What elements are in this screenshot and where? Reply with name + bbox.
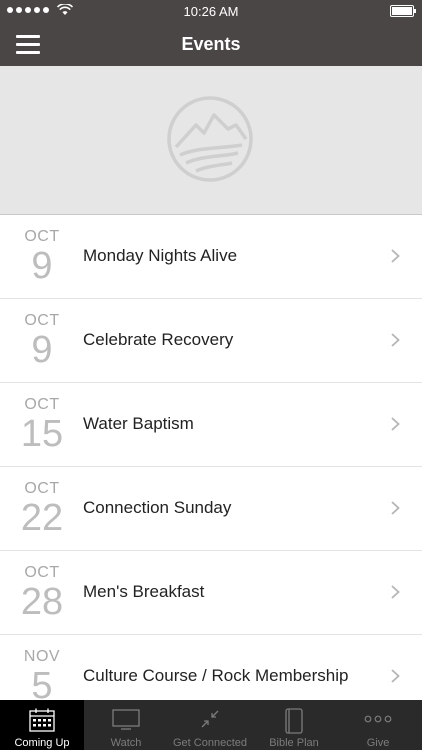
tab-bible-plan[interactable]: Bible Plan	[252, 700, 336, 750]
event-row[interactable]: OCT 15 Water Baptism	[0, 383, 422, 467]
event-row[interactable]: OCT 9 Celebrate Recovery	[0, 299, 422, 383]
tab-label: Coming Up	[14, 737, 70, 749]
event-title: Monday Nights Alive	[83, 246, 238, 265]
tv-icon	[112, 709, 140, 730]
event-month: OCT	[24, 480, 60, 497]
more-dots-icon	[364, 715, 392, 723]
event-month: NOV	[23, 648, 61, 665]
tab-label: Get Connected	[173, 737, 247, 749]
events-list: OCT 9 Monday Nights Alive OCT 9 Celebrat…	[0, 215, 422, 719]
event-title: Culture Course / Rock Membership	[83, 666, 349, 685]
battery-icon	[390, 5, 416, 17]
tab-label: Bible Plan	[269, 737, 319, 749]
tab-give[interactable]: Give	[336, 700, 420, 750]
header-banner	[0, 66, 422, 215]
chevron-right-icon	[391, 585, 400, 599]
chevron-right-icon	[391, 249, 400, 263]
status-bar: 10:26 AM	[0, 0, 422, 22]
event-row[interactable]: OCT 22 Connection Sunday	[0, 467, 422, 551]
event-day: 15	[20, 413, 64, 455]
status-time: 10:26 AM	[183, 4, 239, 19]
event-day: 9	[31, 329, 53, 371]
tab-watch[interactable]: Watch	[84, 700, 168, 750]
tab-label: Watch	[110, 737, 142, 749]
tab-label: Give	[366, 737, 390, 749]
chevron-right-icon	[391, 333, 400, 347]
event-day: 9	[31, 245, 53, 287]
book-icon	[285, 708, 303, 734]
tab-get-connected[interactable]: Get Connected	[168, 700, 252, 750]
connect-arrows-icon	[201, 710, 219, 728]
nav-bar: Events	[0, 22, 422, 66]
page-title: Events	[181, 34, 241, 54]
event-day: 22	[20, 497, 64, 539]
event-day: 28	[20, 581, 64, 623]
event-title: Connection Sunday	[83, 498, 232, 517]
event-month: OCT	[24, 564, 60, 581]
tab-bar: Coming Up Watch Get Connected Bible Plan…	[0, 700, 422, 750]
event-month: OCT	[24, 396, 60, 413]
event-row[interactable]: OCT 9 Monday Nights Alive	[0, 215, 422, 299]
event-title: Men's Breakfast	[83, 582, 205, 601]
chevron-right-icon	[391, 669, 400, 683]
chevron-right-icon	[391, 417, 400, 431]
calendar-icon	[29, 708, 55, 732]
tab-coming-up[interactable]: Coming Up	[0, 700, 84, 750]
mountain-logo-icon	[167, 96, 253, 182]
event-month: OCT	[24, 228, 60, 245]
event-title: Celebrate Recovery	[83, 330, 234, 349]
event-month: OCT	[24, 312, 60, 329]
chevron-right-icon	[391, 501, 400, 515]
event-title: Water Baptism	[83, 414, 194, 433]
event-row[interactable]: OCT 28 Men's Breakfast	[0, 551, 422, 635]
